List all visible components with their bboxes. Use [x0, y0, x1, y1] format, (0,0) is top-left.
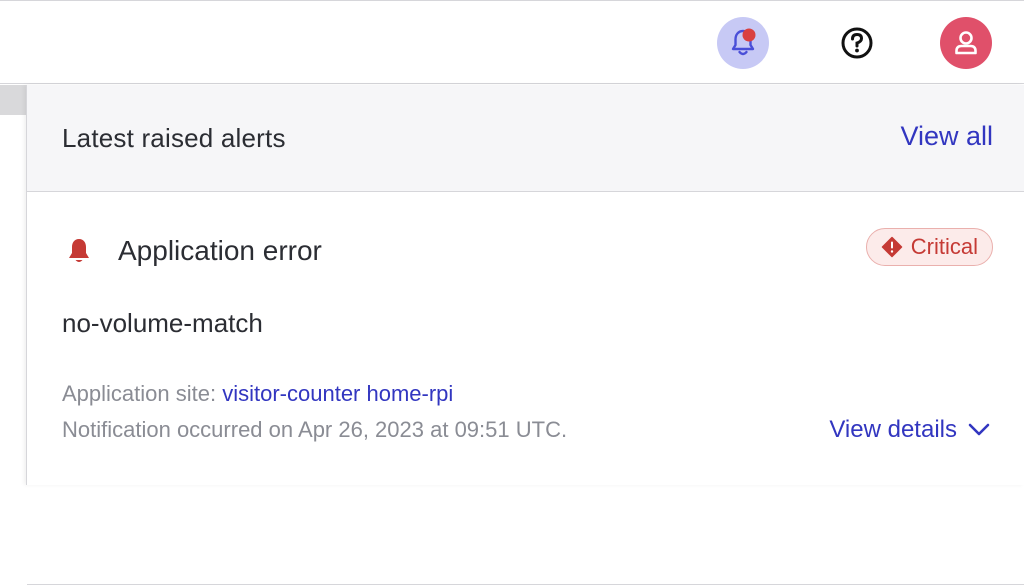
application-site-line: Application site: visitor-counter home-r… [62, 381, 453, 407]
help-button[interactable] [831, 17, 883, 69]
panel-title: Latest raised alerts [62, 123, 286, 153]
view-details-button[interactable]: View details [829, 416, 991, 444]
alert-item: Application error Critical no-volume-mat… [27, 192, 1024, 585]
severity-label: Critical [910, 234, 978, 259]
background-shade [0, 85, 26, 115]
user-icon [955, 31, 977, 55]
site-link[interactable]: visitor-counter home-rpi [222, 381, 453, 406]
background-page-edge [0, 85, 26, 485]
severity-badge: Critical [865, 228, 993, 266]
notifications-button[interactable] [717, 17, 769, 69]
chevron-down-icon [968, 423, 990, 436]
alert-code: no-volume-match [62, 308, 263, 338]
occurred-timestamp: Notification occurred on Apr 26, 2023 at… [62, 417, 568, 442]
alerts-panel-header: Latest raised alerts View all [27, 85, 1024, 192]
site-label: Application site: [62, 381, 217, 406]
view-details-label: View details [829, 416, 957, 443]
bell-icon [731, 28, 756, 56]
alerts-panel: Latest raised alerts View all Applicatio… [26, 85, 1024, 585]
notification-dot [742, 28, 756, 42]
alert-bell-icon [64, 236, 94, 271]
warning-diamond-icon [881, 236, 903, 258]
alert-title: Application error [118, 235, 322, 266]
view-all-link[interactable]: View all [900, 121, 993, 152]
top-bar [0, 0, 1024, 84]
help-icon [841, 27, 873, 59]
user-menu-button[interactable] [940, 17, 992, 69]
